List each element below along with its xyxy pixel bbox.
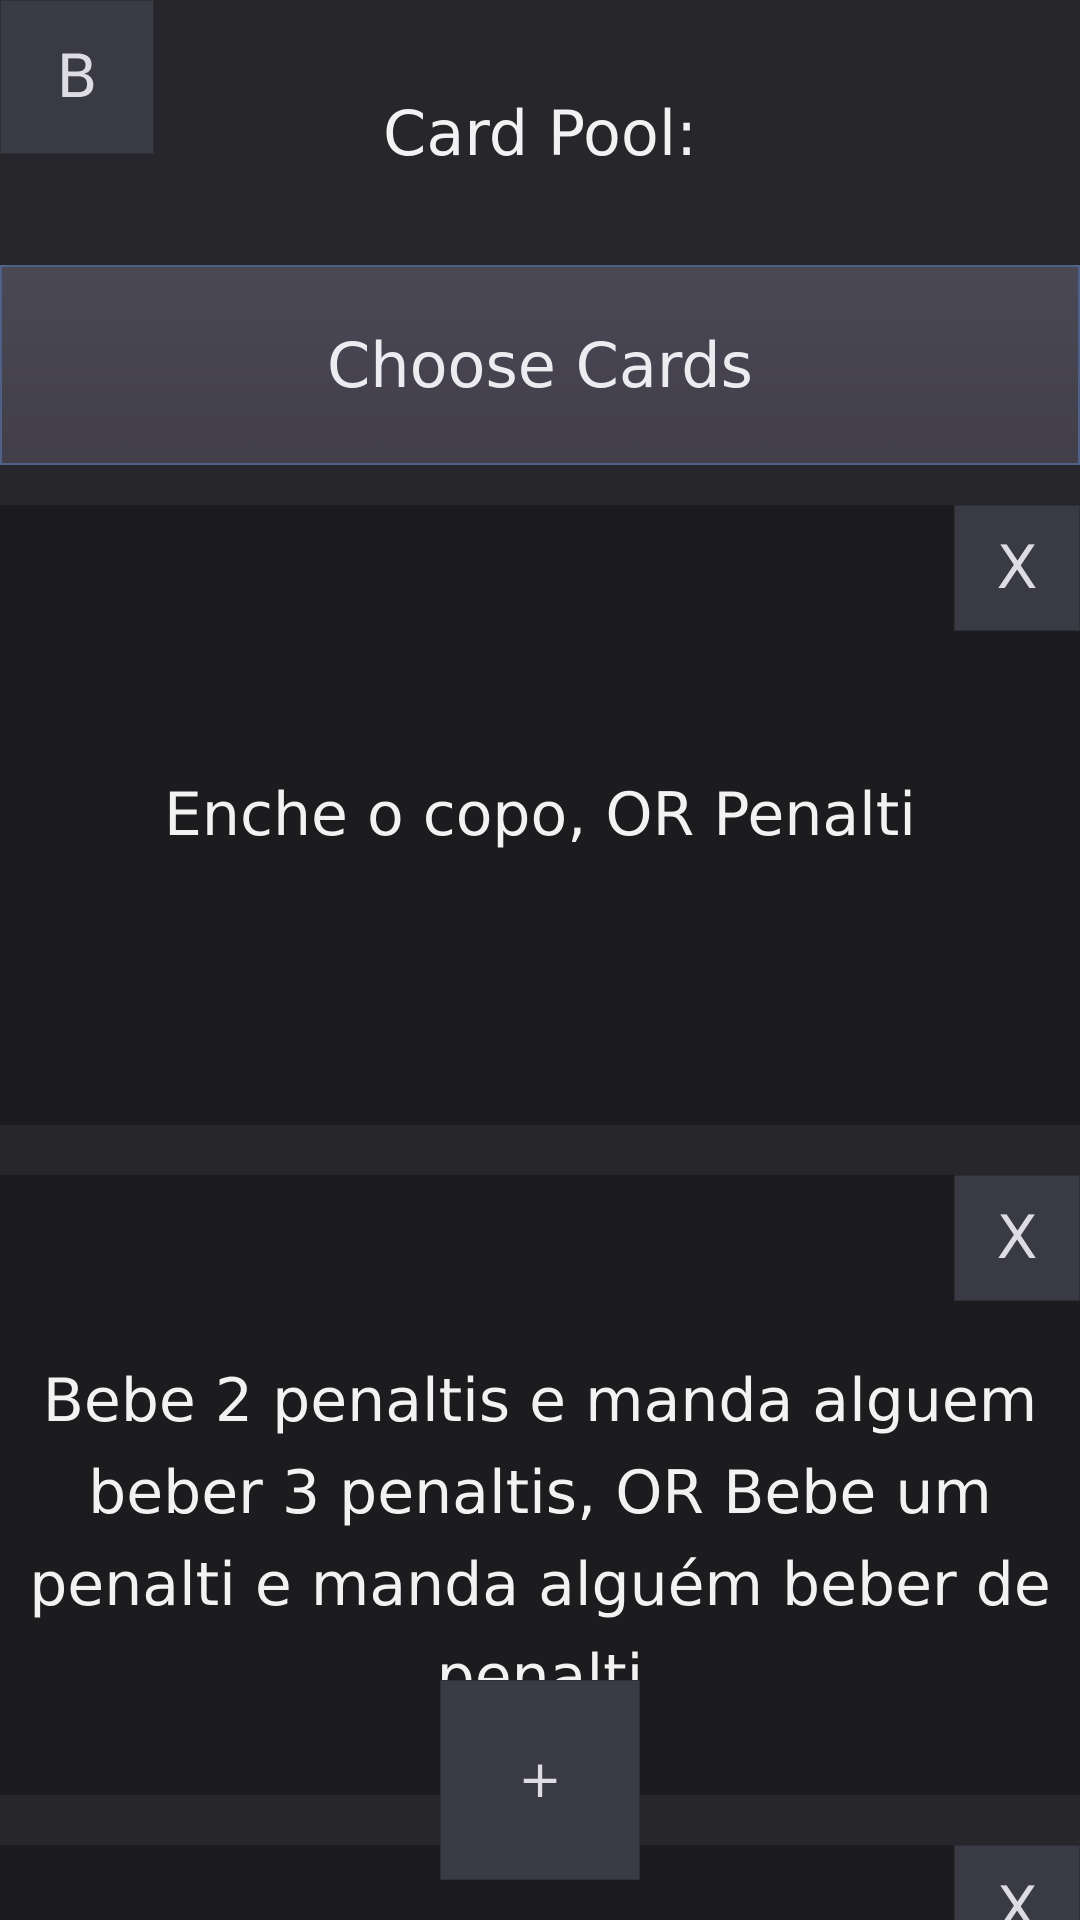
remove-card-button[interactable]: X [954, 1175, 1080, 1301]
card-pool-screen: B Card Pool: Choose Cards X Enche o copo… [0, 0, 1080, 1920]
card-item: X Enche o copo, OR Penalti [0, 505, 1080, 1125]
remove-card-button[interactable]: X [954, 505, 1080, 631]
card-text: Enche o copo, OR Penalti [164, 780, 916, 850]
add-card-button[interactable]: + [440, 1680, 640, 1880]
choose-cards-button[interactable]: Choose Cards [0, 265, 1080, 465]
page-title: Card Pool: [383, 97, 697, 170]
remove-card-button[interactable]: X [954, 1845, 1080, 1920]
card-text: Bebe 2 penaltis e manda alguem beber 3 p… [29, 1366, 1051, 1712]
